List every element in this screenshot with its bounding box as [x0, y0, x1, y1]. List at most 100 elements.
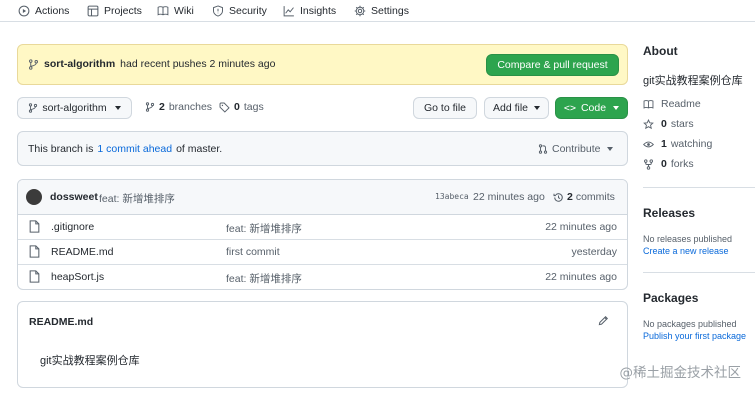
file-age: 22 minutes ago	[545, 271, 617, 283]
compare-pull-request-label: Compare & pull request	[497, 59, 608, 71]
branches-link[interactable]: 2 branches	[145, 101, 212, 113]
branch-icon	[28, 58, 39, 70]
go-to-file-label: Go to file	[423, 102, 467, 114]
file-age: 22 minutes ago	[545, 221, 617, 233]
forks-link[interactable]: 0 forks	[643, 158, 694, 170]
branch-icon	[28, 103, 38, 113]
add-file-button[interactable]: Add file	[484, 97, 549, 119]
file-commit-message[interactable]: first commit	[226, 246, 280, 258]
watching-count: 1	[661, 138, 667, 150]
tags-link[interactable]: 0 tags	[219, 101, 264, 113]
about-heading: About	[643, 44, 678, 58]
ahead-link[interactable]: 1 commit ahead	[97, 143, 172, 155]
readme-title[interactable]: README.md	[29, 316, 93, 328]
tab-actions[interactable]: Actions	[18, 3, 69, 19]
go-to-file-button[interactable]: Go to file	[413, 97, 477, 119]
table-row[interactable]: README.md first commit yesterday	[18, 240, 627, 265]
packages-empty-text: No packages published	[643, 319, 737, 329]
chevron-down-icon	[613, 106, 620, 110]
tab-settings-label: Settings	[371, 5, 409, 17]
recent-push-message: sort-algorithm had recent pushes 2 minut…	[28, 58, 275, 70]
branch-ahead-text: This branch is 1 commit ahead of master.	[28, 143, 222, 155]
repo-description: git实战教程案例仓库	[643, 75, 743, 87]
commits-link[interactable]: 2 commits	[553, 191, 615, 203]
file-name[interactable]: README.md	[51, 246, 113, 258]
stars-count: 0	[661, 118, 667, 130]
branches-count: 2	[159, 101, 165, 113]
pull-request-icon	[538, 144, 548, 154]
repo-nav: Actions Projects Wiki Security Insights …	[0, 0, 755, 22]
ahead-prefix: This branch is	[28, 143, 94, 155]
file-commit-message[interactable]: feat: 新增堆排序	[226, 271, 302, 286]
latest-commit-bar: dossweet feat: 新增堆排序 13abeca 22 minutes …	[18, 180, 627, 215]
commit-author[interactable]: dossweet	[50, 191, 98, 203]
readme-content: git实战教程案例仓库	[40, 355, 140, 367]
tab-wiki[interactable]: Wiki	[157, 3, 194, 19]
code-button[interactable]: <> Code	[555, 97, 628, 119]
commit-sha[interactable]: 13abeca	[435, 192, 469, 201]
branch-icon	[145, 102, 155, 112]
tag-icon	[219, 102, 230, 113]
chevron-down-icon	[607, 147, 614, 151]
tab-projects[interactable]: Projects	[87, 3, 142, 19]
file-name[interactable]: heapSort.js	[51, 271, 104, 283]
tab-security-label: Security	[229, 5, 267, 17]
recent-push-banner: sort-algorithm had recent pushes 2 minut…	[17, 44, 628, 85]
chevron-down-icon	[114, 106, 121, 110]
releases-heading[interactable]: Releases	[643, 206, 695, 220]
tags-label: tags	[243, 101, 264, 113]
branch-select-label: sort-algorithm	[42, 102, 107, 114]
create-release-link[interactable]: Create a new release	[643, 246, 729, 256]
file-icon	[29, 245, 40, 258]
add-file-label: Add file	[492, 102, 529, 114]
table-row[interactable]: .gitignore feat: 新增堆排序 22 minutes ago	[18, 215, 627, 240]
watching-label: watching	[670, 138, 713, 150]
branch-select[interactable]: sort-algorithm	[17, 97, 132, 119]
file-age: yesterday	[571, 246, 617, 258]
code-label: Code	[580, 102, 607, 114]
readme-box: README.md git实战教程案例仓库	[17, 301, 628, 388]
file-list: dossweet feat: 新增堆排序 13abeca 22 minutes …	[17, 179, 628, 290]
watching-link[interactable]: 1 watching	[643, 138, 712, 150]
contribute-dropdown[interactable]: Contribute	[538, 143, 614, 155]
readme-link-label: Readme	[661, 98, 701, 110]
tab-security[interactable]: Security	[212, 3, 267, 19]
recent-push-branch[interactable]: sort-algorithm	[44, 58, 115, 70]
graph-icon	[283, 5, 295, 17]
eye-icon	[643, 139, 654, 150]
releases-empty-text: No releases published	[643, 234, 733, 244]
recent-push-text: had recent pushes 2 minutes ago	[120, 58, 276, 70]
readme-link[interactable]: Readme	[643, 98, 701, 110]
tab-actions-label: Actions	[35, 5, 70, 17]
history-icon	[553, 192, 564, 203]
book-icon	[643, 99, 654, 110]
book-icon	[157, 5, 169, 17]
commit-message[interactable]: feat: 新增堆排序	[99, 191, 175, 206]
gear-icon	[354, 5, 366, 17]
stars-link[interactable]: 0 stars	[643, 118, 694, 130]
file-commit-message[interactable]: feat: 新增堆排序	[226, 221, 302, 236]
tab-insights[interactable]: Insights	[283, 3, 336, 19]
tab-wiki-label: Wiki	[174, 5, 194, 17]
file-name[interactable]: .gitignore	[51, 221, 94, 233]
avatar[interactable]	[26, 189, 42, 205]
stars-label: stars	[670, 118, 694, 130]
contribute-label: Contribute	[552, 143, 601, 155]
table-row[interactable]: heapSort.js feat: 新增堆排序 22 minutes ago	[18, 265, 627, 289]
ahead-suffix: of master.	[176, 143, 223, 155]
tab-settings[interactable]: Settings	[354, 3, 409, 19]
publish-package-link[interactable]: Publish your first package	[643, 331, 746, 341]
fork-icon	[643, 158, 654, 170]
shield-icon	[212, 5, 224, 17]
packages-heading[interactable]: Packages	[643, 291, 698, 305]
branches-label: branches	[168, 101, 213, 113]
compare-pull-request-button[interactable]: Compare & pull request	[486, 54, 619, 76]
chevron-down-icon	[534, 106, 541, 110]
sidebar-divider	[643, 272, 755, 273]
commit-age: 22 minutes ago	[473, 191, 545, 203]
table-icon	[87, 5, 99, 17]
play-circle-icon	[18, 5, 30, 17]
forks-label: forks	[670, 158, 694, 170]
star-icon	[643, 118, 654, 130]
pencil-icon[interactable]	[598, 315, 609, 326]
